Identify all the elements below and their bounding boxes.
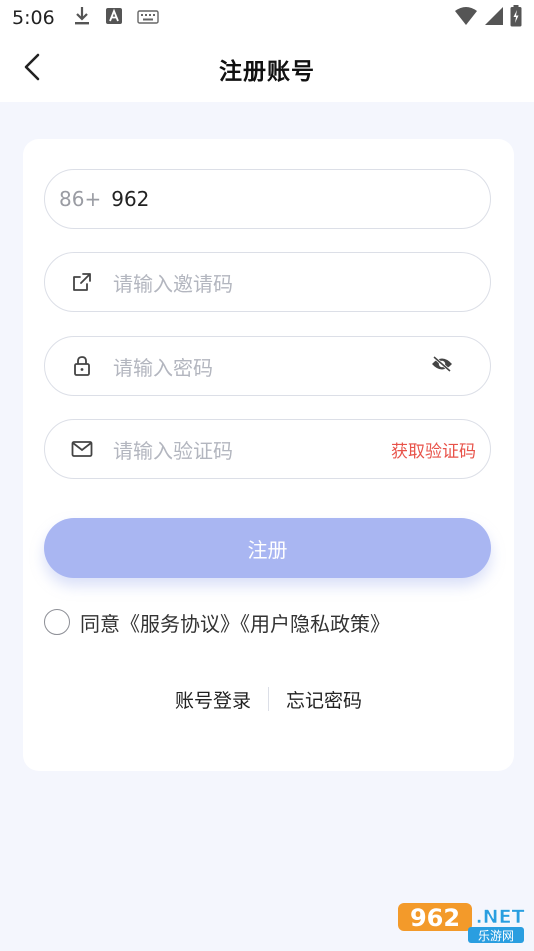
invite-code-input[interactable]: 请输入邀请码 [113,268,233,297]
lock-icon [67,351,97,381]
forgot-password-link[interactable]: 忘记密码 [286,686,362,713]
country-code[interactable]: 86+ [59,187,101,211]
account-login-link[interactable]: 账号登录 [175,686,251,713]
status-bar: 5:06 [0,0,534,36]
password-input[interactable]: 请输入密码 [113,352,213,381]
page-title: 注册账号 [219,59,315,85]
link-divider [268,687,269,711]
download-icon [73,6,91,30]
register-card: 86+ 962 请输入邀请码 请输入密码 请输入验证码 获取验证码 注册 同意《… [23,139,514,771]
invite-code-field[interactable]: 请输入邀请码 [44,252,491,312]
svg-text:962: 962 [410,904,460,932]
agree-prefix: 同意 [80,611,120,636]
watermark-logo: 962 .NET 乐游网 [396,897,528,945]
toggle-password-visibility[interactable] [428,352,456,380]
privacy-policy-link[interactable]: 《用户隐私政策》 [240,612,390,636]
service-agreement-link[interactable]: 《服务协议》 [120,612,240,636]
battery-charging-icon [510,5,522,31]
agree-checkbox[interactable] [44,609,70,635]
chevron-left-icon [22,52,42,86]
back-button[interactable] [14,51,50,87]
keyboard-icon [136,9,159,28]
header: 注册账号 [0,36,534,102]
get-code-button[interactable]: 获取验证码 [391,437,476,462]
cellular-signal-icon [484,6,504,30]
svg-text:.NET: .NET [475,906,524,928]
phone-input[interactable]: 962 [111,187,149,211]
bottom-links: 账号登录 忘记密码 [23,684,514,714]
font-a-icon [105,7,123,29]
external-link-icon [67,267,97,297]
status-icons-left [73,6,159,30]
eye-off-icon [431,355,453,377]
status-time: 5:06 [12,7,55,29]
verify-code-field[interactable]: 请输入验证码 获取验证码 [44,419,491,479]
agreement-text: 同意《服务协议》《用户隐私政策》 [80,608,390,637]
svg-text:乐游网: 乐游网 [478,929,514,943]
verify-code-input[interactable]: 请输入验证码 [113,435,233,464]
register-button[interactable]: 注册 [44,518,491,578]
phone-field[interactable]: 86+ 962 [44,169,491,229]
password-field[interactable]: 请输入密码 [44,336,491,396]
mail-icon [67,434,97,464]
wifi-icon [454,6,478,30]
agreement-row: 同意《服务协议》《用户隐私政策》 [44,607,390,637]
status-icons-right [454,5,522,31]
